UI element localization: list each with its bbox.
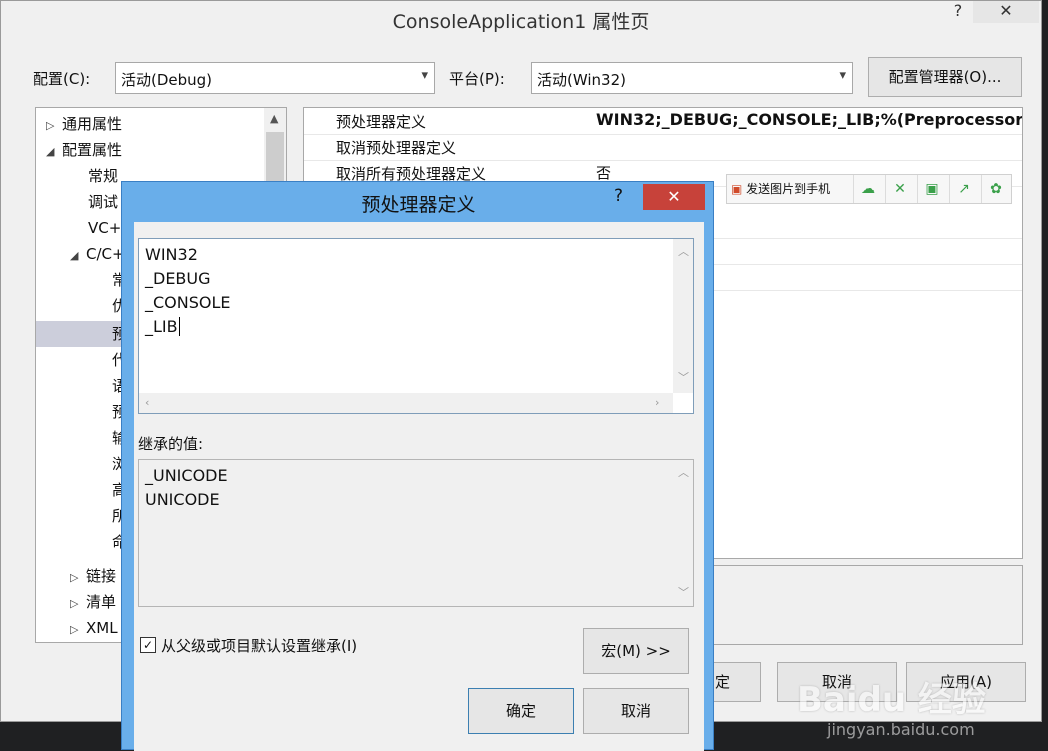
inherited-values-box: _UNICODE UNICODE ︿ ﹀ bbox=[138, 459, 694, 607]
definitions-textarea[interactable]: WIN32 _DEBUG _CONSOLE _LIB ︿ ﹀ ‹ › bbox=[138, 238, 694, 414]
config-value: 活动(Debug) bbox=[121, 71, 213, 89]
expand-icon[interactable]: ▷ bbox=[70, 565, 86, 589]
inherited-value-line: _UNICODE bbox=[145, 466, 228, 485]
inherit-checkbox-label: 从父级或项目默认设置继承(I) bbox=[161, 637, 358, 655]
inherited-value-line: UNICODE bbox=[145, 490, 220, 509]
definition-line: _DEBUG bbox=[145, 269, 211, 288]
close-button[interactable]: ✕ bbox=[973, 1, 1039, 23]
platform-combobox[interactable]: 活动(Win32) ▾ bbox=[531, 62, 853, 94]
grid-row[interactable]: 预处理器定义 WIN32;_DEBUG;_CONSOLE;_LIB;%(Prep… bbox=[304, 108, 1022, 135]
vertical-scrollbar[interactable]: ︿ ﹀ bbox=[673, 460, 693, 606]
share-icon[interactable]: ↗ bbox=[949, 175, 978, 203]
help-button[interactable]: ? bbox=[614, 186, 623, 206]
vertical-scrollbar[interactable]: ︿ ﹀ bbox=[673, 239, 693, 393]
save-icon[interactable]: ▣ bbox=[917, 175, 946, 203]
dialog-body: WIN32 _DEBUG _CONSOLE _LIB ︿ ﹀ ‹ › 继承的值:… bbox=[134, 222, 704, 751]
baidu-watermark: Baidu 经验 jingyan.baidu.com bbox=[795, 642, 1045, 750]
text-cursor bbox=[178, 317, 180, 336]
title-bar: ConsoleApplication1 属性页 ? ✕ bbox=[1, 1, 1041, 37]
watermark-brand: Baidu 经验 bbox=[797, 680, 986, 720]
send-to-phone-button[interactable]: ▣ 发送图片到手机 bbox=[731, 175, 830, 203]
ok-button[interactable]: 确定 bbox=[468, 688, 574, 734]
scroll-down-icon[interactable]: ﹀ bbox=[678, 584, 689, 600]
scroll-up-icon[interactable]: ︿ bbox=[678, 243, 689, 259]
tree-item-common-properties[interactable]: ▷ 通用属性 bbox=[36, 111, 272, 137]
platform-value: 活动(Win32) bbox=[537, 71, 626, 89]
collapse-icon[interactable]: ◢ bbox=[46, 139, 62, 163]
collapse-icon[interactable]: ◢ bbox=[70, 243, 86, 267]
macros-button[interactable]: 宏(M) >> bbox=[583, 628, 689, 674]
send-to-phone-toolbar: ▣ 发送图片到手机 ☁ ✕ ▣ ↗ ✿ bbox=[726, 174, 1012, 204]
definition-line: WIN32 bbox=[145, 245, 198, 264]
cloud-icon[interactable]: ☁ bbox=[853, 175, 882, 203]
scroll-down-icon[interactable]: ﹀ bbox=[678, 369, 689, 385]
property-name: 预处理器定义 bbox=[336, 113, 427, 131]
dialog-title: 预处理器定义 bbox=[361, 194, 476, 216]
scroll-up-icon[interactable]: ︿ bbox=[678, 464, 689, 480]
dialog-close-button[interactable]: ✕ bbox=[643, 184, 705, 210]
scroll-right-icon[interactable]: › bbox=[655, 396, 659, 409]
config-combobox[interactable]: 活动(Debug) ▾ bbox=[115, 62, 435, 94]
phone-icon: ▣ bbox=[731, 182, 743, 196]
tree-item-config-properties[interactable]: ◢ 配置属性 bbox=[36, 137, 272, 163]
horizontal-scrollbar[interactable]: ‹ › bbox=[139, 393, 673, 413]
definition-line: _CONSOLE bbox=[145, 293, 231, 312]
cancel-button[interactable]: 取消 bbox=[583, 688, 689, 734]
gear-icon[interactable]: ✿ bbox=[981, 175, 1010, 203]
grid-row[interactable]: 取消预处理器定义 bbox=[304, 134, 1022, 161]
watermark-url: jingyan.baidu.com bbox=[827, 720, 975, 739]
property-value[interactable]: 否 bbox=[596, 162, 611, 183]
config-manager-button[interactable]: 配置管理器(O)... bbox=[868, 57, 1022, 97]
preprocessor-definitions-dialog: 预处理器定义 ? ✕ WIN32 _DEBUG _CONSOLE _LIB ︿ … bbox=[121, 181, 714, 751]
inherit-checkbox[interactable]: ✓ bbox=[140, 637, 156, 653]
scroll-left-icon[interactable]: ‹ bbox=[145, 396, 149, 409]
expand-icon[interactable]: ✕ bbox=[885, 175, 914, 203]
config-label: 配置(C): bbox=[33, 70, 91, 88]
expand-icon[interactable]: ▷ bbox=[70, 617, 86, 641]
platform-label: 平台(P): bbox=[449, 70, 505, 88]
inherited-values-label: 继承的值: bbox=[138, 435, 204, 453]
scroll-up-icon[interactable]: ▲ bbox=[270, 112, 278, 125]
expand-icon[interactable]: ▷ bbox=[46, 113, 62, 137]
property-name: 取消预处理器定义 bbox=[336, 139, 457, 157]
property-value[interactable]: WIN32;_DEBUG;_CONSOLE;_LIB;%(Preprocesso… bbox=[596, 110, 1022, 129]
definition-line: _LIB bbox=[145, 317, 180, 336]
window-title: ConsoleApplication1 属性页 bbox=[392, 11, 650, 33]
expand-icon[interactable]: ▷ bbox=[70, 591, 86, 615]
chevron-down-icon: ▾ bbox=[421, 68, 428, 83]
chevron-down-icon: ▾ bbox=[839, 68, 846, 83]
